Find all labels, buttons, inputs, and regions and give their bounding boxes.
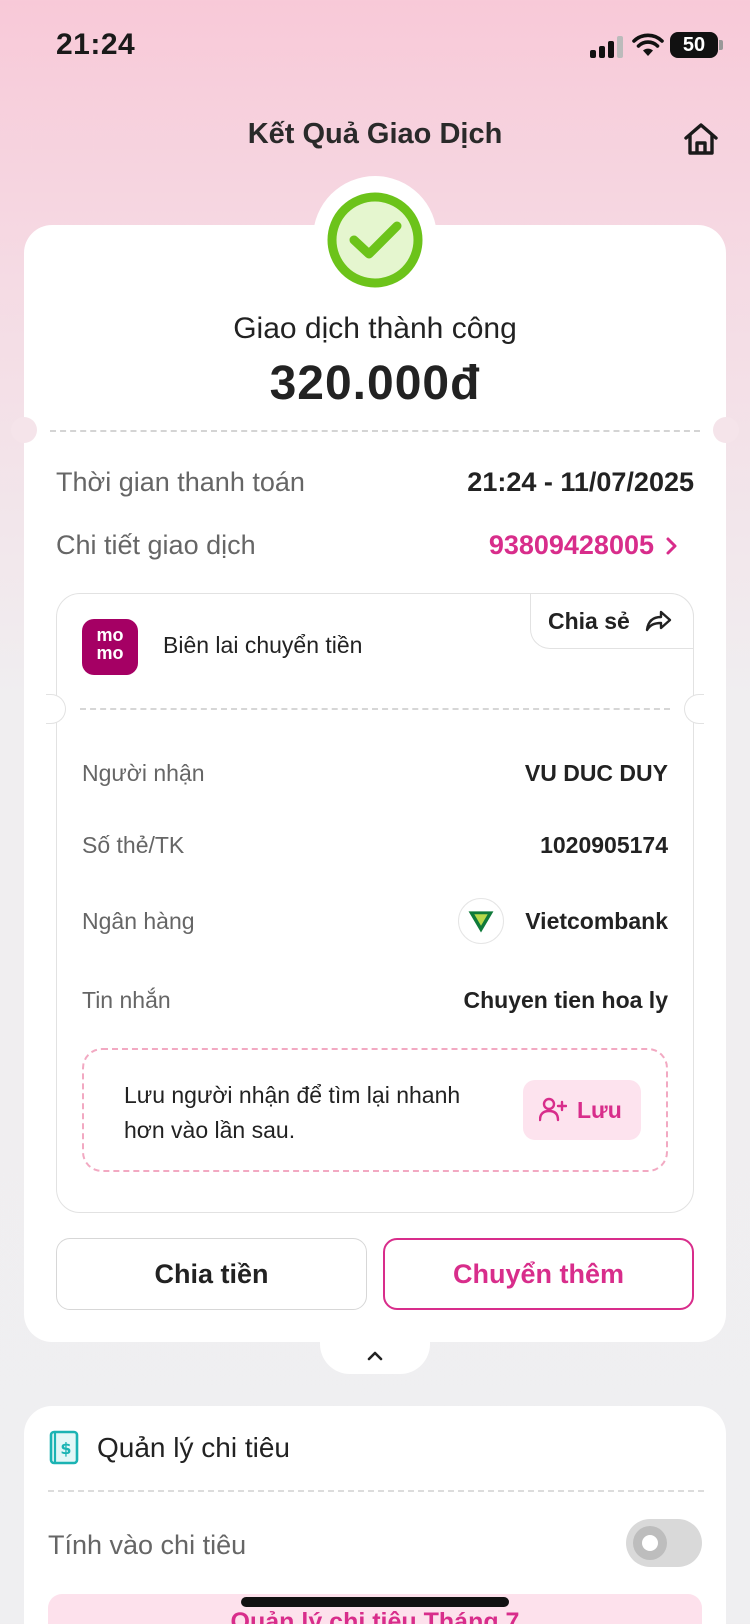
bank-label: Ngân hàng xyxy=(82,908,195,934)
transfer-more-button[interactable]: Chuyển thêm xyxy=(383,1238,694,1310)
payment-time-value: 21:24 - 11/07/2025 xyxy=(467,467,694,497)
save-recipient-prompt: Lưu người nhận để tìm lại nhanh hơn vào … xyxy=(124,1082,461,1143)
monthly-spending-text: Quản lý chi tiêu Tháng 7 xyxy=(230,1608,520,1624)
spending-title: Quản lý chi tiêu xyxy=(97,1432,290,1463)
home-indicator[interactable] xyxy=(241,1597,509,1607)
include-spending-toggle[interactable] xyxy=(626,1519,702,1567)
battery-cap xyxy=(719,40,723,50)
card-notch-left xyxy=(11,417,37,443)
save-recipient-button[interactable]: Lưu xyxy=(523,1080,641,1140)
check-circle-icon xyxy=(327,192,423,288)
wallet-icon: $ xyxy=(49,1430,79,1465)
svg-text:$: $ xyxy=(60,1439,71,1458)
include-spending-label: Tính vào chi tiêu xyxy=(48,1530,247,1560)
vietcombank-logo-icon xyxy=(458,898,504,944)
recipient-value: VU DUC DUY xyxy=(524,760,668,786)
transaction-id-link[interactable]: 93809428005 xyxy=(489,530,654,561)
chevron-up-icon[interactable] xyxy=(366,1350,384,1362)
recipient-label: Người nhận xyxy=(82,760,205,786)
receipt-divider xyxy=(80,708,670,710)
message-label: Tin nhắn xyxy=(82,987,171,1013)
wifi-icon xyxy=(632,33,664,56)
payment-time-label: Thời gian thanh toán xyxy=(56,467,305,497)
message-value: Chuyen tien hoa ly xyxy=(463,987,668,1013)
battery-icon: 50 xyxy=(670,32,718,58)
split-money-button[interactable]: Chia tiền xyxy=(56,1238,367,1310)
transaction-detail-label: Chi tiết giao dịch xyxy=(56,530,256,560)
save-button-label: Lưu xyxy=(577,1097,622,1123)
momo-logo: mo mo xyxy=(82,619,138,675)
bank-value: Vietcombank xyxy=(525,908,668,934)
battery-level: 50 xyxy=(682,34,706,56)
share-label: Chia sẻ xyxy=(548,608,630,634)
status-time: 21:24 xyxy=(56,28,136,61)
chevron-right-icon[interactable] xyxy=(664,533,680,559)
spending-divider xyxy=(48,1490,704,1492)
card-divider xyxy=(50,430,700,432)
status-bar: 21:24 50 xyxy=(0,0,750,90)
toggle-knob xyxy=(633,1526,667,1560)
home-icon[interactable] xyxy=(682,120,720,158)
signal-icon xyxy=(590,36,626,58)
page-title: Kết Quả Giao Dịch xyxy=(247,118,503,150)
add-user-icon xyxy=(539,1097,567,1122)
receipt-title: Biên lai chuyển tiền xyxy=(163,632,363,658)
transaction-amount: 320.000đ xyxy=(269,357,481,410)
account-value: 1020905174 xyxy=(540,832,668,858)
share-icon xyxy=(645,610,672,632)
success-status: Giao dịch thành công xyxy=(233,312,517,345)
card-notch-right xyxy=(713,417,739,443)
account-label: Số thẻ/TK xyxy=(82,832,185,858)
